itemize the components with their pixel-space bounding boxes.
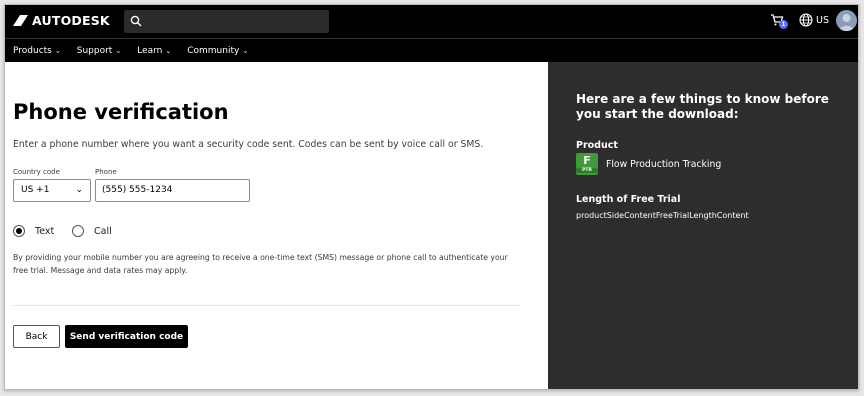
nav-label: Learn bbox=[137, 45, 163, 56]
product-row: F PTR Flow Production Tracking bbox=[576, 153, 721, 175]
verification-form: Phone verification Enter a phone number … bbox=[5, 62, 548, 389]
nav-products[interactable]: Products ⌄ bbox=[13, 46, 61, 56]
country-code-value: US +1 bbox=[21, 185, 50, 195]
globe-icon bbox=[799, 13, 813, 27]
radio-unselected-icon[interactable] bbox=[72, 225, 84, 237]
autodesk-logo[interactable]: AUTODESK bbox=[13, 13, 110, 28]
radio-text-option[interactable]: Text bbox=[13, 225, 54, 237]
nav-learn[interactable]: Learn ⌄ bbox=[137, 46, 171, 56]
side-heading: Here are a few things to know before you… bbox=[576, 92, 829, 121]
chevron-down-icon: ⌄ bbox=[54, 46, 61, 55]
cart-count-badge: 1 bbox=[779, 20, 788, 29]
nav-label: Products bbox=[13, 45, 52, 56]
search-input[interactable] bbox=[124, 10, 329, 33]
radio-text-label: Text bbox=[35, 225, 55, 237]
chevron-down-icon: ⌄ bbox=[165, 46, 172, 55]
chevron-down-icon: ⌄ bbox=[115, 46, 122, 55]
chevron-down-icon: ⌄ bbox=[242, 46, 249, 55]
divider bbox=[13, 305, 520, 306]
back-button[interactable]: Back bbox=[13, 325, 60, 348]
consent-text: By providing your mobile number you are … bbox=[13, 253, 508, 275]
autodesk-logo-icon bbox=[13, 15, 28, 26]
download-info-panel: Here are a few things to know before you… bbox=[548, 62, 858, 389]
language-selector[interactable]: US bbox=[799, 13, 829, 27]
instructions-text: Enter a phone number where you want a se… bbox=[13, 139, 484, 150]
search-icon bbox=[130, 15, 142, 27]
trial-label: Length of Free Trial bbox=[576, 194, 681, 205]
nav-community[interactable]: Community ⌄ bbox=[187, 46, 248, 56]
main-nav: Products ⌄ Support ⌄ Learn ⌄ Community ⌄ bbox=[5, 38, 858, 62]
browser-frame: AUTODESK 1 US Products ⌄ Support ⌄ Learn… bbox=[4, 4, 859, 390]
icon-letter: F bbox=[583, 154, 591, 167]
nav-support[interactable]: Support ⌄ bbox=[77, 46, 121, 56]
product-name: Flow Production Tracking bbox=[606, 158, 722, 170]
product-label: Product bbox=[576, 140, 618, 151]
radio-call-label: Call bbox=[94, 225, 112, 237]
language-label: US bbox=[816, 14, 829, 26]
nav-label: Support bbox=[76, 45, 113, 56]
country-code-label: Country code bbox=[13, 168, 60, 176]
radio-selected-icon[interactable] bbox=[13, 225, 25, 237]
icon-subtext: PTR bbox=[576, 168, 598, 173]
user-avatar[interactable] bbox=[836, 10, 857, 31]
send-verification-button[interactable]: Send verification code bbox=[65, 325, 188, 348]
page-title: Phone verification bbox=[13, 100, 229, 124]
trial-value: productSideContentFreeTrialLengthContent bbox=[576, 211, 749, 220]
country-code-select[interactable]: US +1 ⌄ bbox=[13, 179, 91, 202]
chevron-down-icon: ⌄ bbox=[75, 185, 83, 195]
avatar-icon bbox=[839, 14, 854, 31]
logo-text: AUTODESK bbox=[32, 13, 110, 28]
phone-label: Phone bbox=[95, 168, 117, 176]
top-bar: AUTODESK 1 US bbox=[5, 5, 858, 38]
radio-call-option[interactable]: Call bbox=[72, 225, 112, 237]
phone-input[interactable]: (555) 555-1234 bbox=[95, 179, 250, 202]
nav-label: Community bbox=[187, 45, 240, 56]
flow-production-tracking-icon: F PTR bbox=[576, 153, 598, 175]
